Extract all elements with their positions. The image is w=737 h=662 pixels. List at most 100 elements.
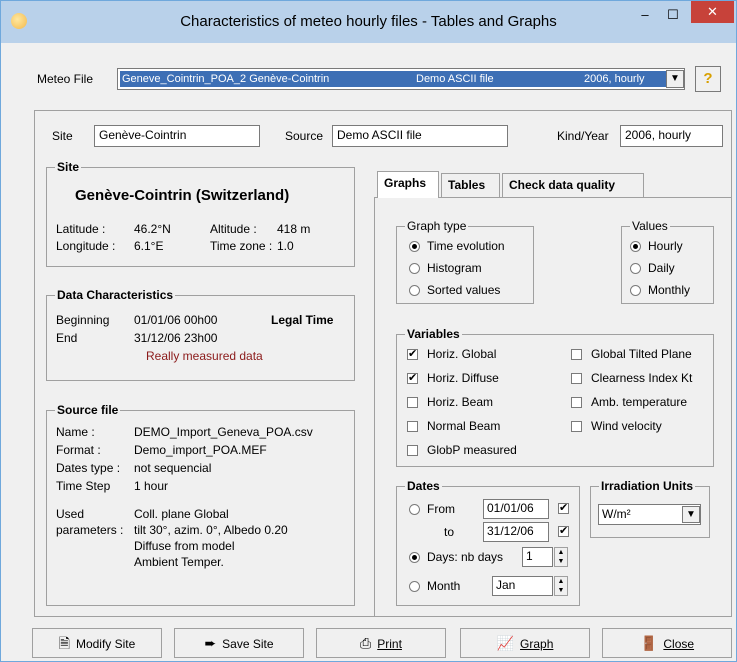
to-date-field[interactable]: 31/12/06 bbox=[483, 522, 549, 542]
graph-label: Graph bbox=[520, 637, 554, 651]
meteo-file-name: Geneve_Cointrin_POA_2 Genève-Cointrin bbox=[122, 73, 330, 85]
monthly-label: Monthly bbox=[648, 283, 691, 297]
dates-type-label: Dates type : bbox=[56, 461, 121, 475]
printer-icon: ⎙ bbox=[360, 635, 372, 651]
monthly-radio[interactable] bbox=[630, 285, 641, 296]
month-radio[interactable] bbox=[409, 581, 420, 592]
globp-measured-label: GlobP measured bbox=[427, 443, 517, 457]
meteo-file-period: 2006, hourly bbox=[584, 73, 645, 85]
from-date-field[interactable]: 01/01/06 bbox=[483, 499, 549, 519]
graph-button[interactable]: 📈 Graph bbox=[460, 628, 590, 658]
time-evolution-label: Time evolution bbox=[427, 239, 505, 253]
close-window-button[interactable]: ✕ bbox=[691, 1, 734, 23]
horiz-global-checkbox[interactable] bbox=[407, 347, 418, 360]
globp-measured-checkbox[interactable] bbox=[407, 445, 418, 456]
horiz-global-label: Horiz. Global bbox=[427, 347, 497, 361]
meteo-characteristics-window: Characteristics of meteo hourly files - … bbox=[0, 0, 737, 662]
name-label: Name : bbox=[56, 425, 95, 439]
chevron-down-icon[interactable]: ▼ bbox=[682, 506, 700, 523]
end-label: End bbox=[56, 331, 78, 345]
meteo-file-label: Meteo File bbox=[37, 72, 94, 86]
kind-year-field[interactable]: 2006, hourly bbox=[620, 125, 723, 147]
histogram-radio[interactable] bbox=[409, 263, 420, 274]
days-radio[interactable] bbox=[409, 552, 420, 563]
wind-velocity-label: Wind velocity bbox=[591, 419, 662, 433]
tab-graphs[interactable]: Graphs bbox=[377, 171, 439, 198]
site-group-title: Site bbox=[55, 160, 82, 174]
daily-radio[interactable] bbox=[630, 263, 641, 274]
maximize-button[interactable]: ☐ bbox=[659, 5, 687, 27]
param-2: tilt 30°, azim. 0°, Albedo 0.20 bbox=[134, 523, 288, 537]
amb-temperature-checkbox[interactable] bbox=[571, 397, 582, 408]
wind-velocity-checkbox[interactable] bbox=[571, 421, 582, 432]
hourly-radio[interactable] bbox=[630, 241, 641, 252]
beginning-value: 01/01/06 00h00 bbox=[134, 313, 218, 327]
measured-data-note: Really measured data bbox=[146, 349, 263, 363]
modify-site-icon: 🗎 bbox=[58, 635, 70, 651]
time-evolution-radio[interactable] bbox=[409, 241, 420, 252]
save-site-icon: ➨ bbox=[204, 635, 217, 651]
normal-beam-label: Normal Beam bbox=[427, 419, 501, 433]
source-file-title: Source file bbox=[55, 403, 121, 417]
legal-time-label: Legal Time bbox=[271, 313, 334, 327]
daily-label: Daily bbox=[648, 261, 675, 275]
clearness-index-label: Clearness Index Kt bbox=[591, 371, 693, 385]
histogram-label: Histogram bbox=[427, 261, 482, 275]
values-title: Values bbox=[630, 219, 670, 233]
amb-temperature-label: Amb. temperature bbox=[591, 395, 688, 409]
time-step-value: 1 hour bbox=[134, 479, 169, 493]
help-button[interactable]: ? bbox=[695, 66, 721, 92]
end-value: 31/12/06 23h00 bbox=[134, 331, 218, 345]
save-site-button[interactable]: ➨ Save Site bbox=[174, 628, 304, 658]
graph-icon: 📈 bbox=[496, 635, 515, 651]
minimize-button[interactable]: – bbox=[631, 5, 659, 27]
close-door-icon: 🚪 bbox=[639, 635, 658, 651]
dates-type-value: not sequencial bbox=[134, 461, 212, 475]
tab-check-data-quality[interactable]: Check data quality bbox=[502, 173, 644, 197]
horiz-beam-checkbox[interactable] bbox=[407, 397, 418, 408]
beginning-label: Beginning bbox=[56, 313, 110, 327]
param-3: Diffuse from model bbox=[134, 539, 235, 553]
chevron-down-icon[interactable]: ▼ bbox=[666, 70, 684, 88]
close-button[interactable]: 🚪 Close bbox=[602, 628, 732, 658]
meteo-file-select[interactable]: Geneve_Cointrin_POA_2 Genève-Cointrin De… bbox=[117, 68, 685, 90]
name-value: DEMO_Import_Geneva_POA.csv bbox=[134, 425, 313, 439]
print-button[interactable]: ⎙ Print bbox=[316, 628, 446, 658]
to-checkbox[interactable] bbox=[558, 524, 569, 537]
format-label: Format : bbox=[56, 443, 101, 457]
to-label: to bbox=[444, 525, 455, 539]
from-label: From bbox=[427, 502, 455, 516]
source-field[interactable]: Demo ASCII file bbox=[332, 125, 508, 147]
modify-site-button[interactable]: 🗎 Modify Site bbox=[32, 628, 162, 658]
tab-tables[interactable]: Tables bbox=[441, 173, 500, 197]
month-field[interactable]: Jan bbox=[492, 576, 553, 596]
sorted-values-radio[interactable] bbox=[409, 285, 420, 296]
from-checkbox[interactable] bbox=[558, 501, 569, 514]
dates-title: Dates bbox=[405, 479, 442, 493]
site-heading: Genève-Cointrin (Switzerland) bbox=[75, 187, 290, 204]
timezone-value: 1.0 bbox=[277, 239, 294, 253]
longitude-label: Longitude : bbox=[56, 239, 116, 253]
timezone-label: Time zone : bbox=[210, 239, 273, 253]
clearness-index-checkbox[interactable] bbox=[571, 373, 582, 384]
longitude-value: 6.1°E bbox=[134, 239, 164, 253]
days-field[interactable]: 1 bbox=[522, 547, 553, 567]
save-site-label: Save Site bbox=[222, 637, 274, 651]
irradiation-units-title: Irradiation Units bbox=[599, 479, 696, 493]
parameters-label: parameters : bbox=[56, 523, 124, 537]
horiz-diffuse-checkbox[interactable] bbox=[407, 371, 418, 384]
irradiation-units-value: W/m² bbox=[602, 507, 631, 521]
normal-beam-checkbox[interactable] bbox=[407, 421, 418, 432]
altitude-label: Altitude : bbox=[210, 222, 257, 236]
global-tilted-plane-checkbox[interactable] bbox=[571, 349, 582, 360]
site-field[interactable]: Genève-Cointrin bbox=[94, 125, 260, 147]
graph-type-title: Graph type bbox=[405, 219, 469, 233]
title-bar: Characteristics of meteo hourly files - … bbox=[1, 1, 736, 43]
global-tilted-plane-label: Global Tilted Plane bbox=[591, 347, 692, 361]
latitude-label: Latitude : bbox=[56, 222, 106, 236]
month-stepper[interactable]: ▲ ▼ bbox=[554, 576, 568, 596]
from-radio[interactable] bbox=[409, 504, 420, 515]
latitude-value: 46.2°N bbox=[134, 222, 171, 236]
print-label: Print bbox=[377, 637, 402, 651]
days-stepper[interactable]: ▲ ▼ bbox=[554, 547, 568, 567]
